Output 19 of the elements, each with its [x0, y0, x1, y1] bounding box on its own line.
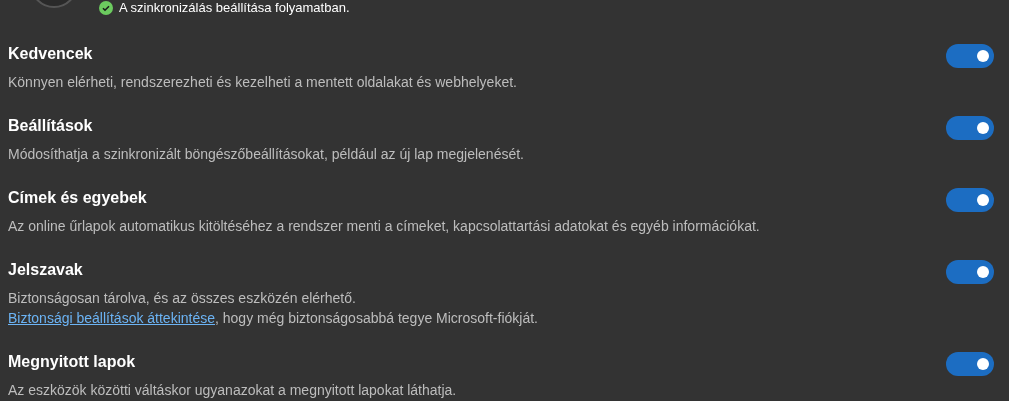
setting-title: Beállítások — [8, 116, 94, 136]
setting-description: Módosíthatja a szinkronizált böngészőbeállításokat, például az új lap megjelenését. — [8, 145, 524, 164]
setting-title: Címek és egyebek — [8, 188, 148, 208]
toggle-switch[interactable] — [946, 260, 994, 284]
setting-description: Könnyen elérheti, rendszerezheti és kezelheti a mentett oldalakat és webhelyeket. — [8, 73, 517, 92]
setting-description: Az eszközök közötti váltáskor ugyanazokat a megnyitott lapokat láthatja. — [8, 381, 457, 400]
setting-description: Biztonságosan tárolva, és az összes eszközén elérhető. — [8, 289, 357, 308]
setting-title: Kedvencek — [8, 44, 94, 64]
toggle-switch[interactable] — [946, 352, 994, 376]
setting-description: Az online űrlapok automatikus kitöltéséhez a rendszer menti a címeket, kapcsolattartási adatokat és egyéb információkat. — [8, 217, 760, 236]
setting-description: Biztonsági beállítások áttekintése, hogy még biztonságosabbá tegye Microsoft-fiókját. — [8, 309, 538, 328]
toggle-switch[interactable] — [946, 188, 994, 212]
check-icon — [99, 1, 113, 15]
toggle-switch[interactable] — [946, 44, 994, 68]
setting-title: Jelszavak — [8, 260, 84, 280]
review-link[interactable]: Biztonsági beállítások áttekintése — [8, 310, 215, 326]
toggle-switch[interactable] — [946, 116, 994, 140]
sync-status-text: A szinkronizálás beállítása folyamatban. — [119, 0, 350, 16]
setting-title: Megnyitott lapok — [8, 352, 137, 372]
